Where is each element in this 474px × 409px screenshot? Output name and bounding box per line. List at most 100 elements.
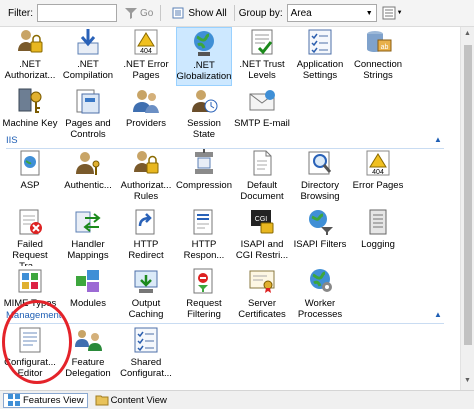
feature-authentication[interactable]: Authentic... [60, 148, 116, 207]
feature-http-redirect[interactable]: HTTP Redirect [118, 207, 174, 266]
funnel-icon [125, 8, 137, 19]
feature-application-settings[interactable]: Application Settings [292, 27, 348, 86]
go-button[interactable]: Go [121, 3, 156, 23]
feature-label: SMTP E-mail [234, 118, 290, 129]
feature-http-response-headers[interactable]: HTTP Respon... [176, 207, 232, 266]
magnifier-icon [308, 151, 332, 175]
feature-label: Modules [70, 298, 106, 309]
svg-text:404: 404 [140, 48, 152, 55]
feature-feature-delegation[interactable]: Feature Delegation [60, 325, 116, 384]
feature-label: .NET Error Pages [123, 59, 169, 81]
svg-text:CGI: CGI [255, 216, 268, 223]
group-by-value: Area [290, 7, 312, 19]
show-all-icon [172, 7, 184, 19]
iis-group-grid: ASP Authentic... Authorizat... Rules Com… [0, 148, 460, 325]
content-view-icon [95, 395, 109, 406]
group-by-label: Group by: [238, 7, 283, 19]
worker-icon [310, 269, 332, 292]
redirect-icon [135, 209, 155, 235]
feature-default-document[interactable]: Default Document [234, 148, 290, 207]
feature-label: Shared Configurat... [120, 357, 172, 379]
feature-directory-browsing[interactable]: Directory Browsing [292, 148, 348, 207]
feature-asp[interactable]: ASP [2, 148, 58, 207]
features-view-label: Features View [23, 394, 84, 406]
feature-label: Logging [361, 239, 395, 250]
feature-label: HTTP Respon... [183, 239, 225, 261]
features-toolbar: Filter: Go Show All Group by: Area ▼ ▼ [0, 0, 474, 27]
globe-icon [194, 31, 214, 56]
log-book-icon [369, 209, 387, 235]
feature-isapi-cgi-restrictions[interactable]: CGI ISAPI and CGI Restri... [234, 207, 290, 266]
mail-icon [249, 90, 275, 111]
feature-label: ASP [20, 180, 40, 191]
chevron-down-icon: ▼ [365, 9, 373, 17]
session-icon [192, 90, 218, 113]
scroll-down-icon[interactable]: ▼ [464, 377, 471, 384]
feature-label: MIME Types [3, 298, 57, 309]
feature-label: .NET Authorizat... [4, 59, 56, 81]
iis-group-header[interactable]: IIS [6, 135, 446, 146]
failed-request-icon [19, 209, 42, 235]
mime-icon [18, 269, 42, 293]
modules-icon [76, 270, 99, 292]
feature-label: Error Pages [352, 180, 404, 191]
feature-net-compilation[interactable]: .NET Compilation [60, 27, 116, 86]
feature-label: ISAPI and CGI Restri... [235, 239, 289, 261]
feature-net-globalization[interactable]: .NET Globalization [176, 27, 232, 86]
lock-user-icon [134, 151, 159, 174]
svg-text:ab: ab [381, 44, 389, 51]
feature-failed-request-tracing[interactable]: Failed Request Tra... [2, 207, 58, 266]
feature-net-error-pages[interactable]: 404 .NET Error Pages [118, 27, 174, 86]
feature-label: Authorizat... Rules [120, 180, 172, 202]
features-view-tab[interactable]: Features View [3, 392, 88, 408]
feature-connection-strings[interactable]: ab Connection Strings [350, 27, 406, 86]
scroll-thumb[interactable] [464, 45, 472, 345]
feature-net-authorization-rules[interactable]: .NET Authorizat... [2, 27, 58, 86]
feature-error-pages[interactable]: 404 Error Pages [350, 148, 406, 207]
feature-label: Configurat... Editor [4, 357, 56, 379]
aspnet-group-grid: .NET Authorizat... .NET Compilation 404 … [0, 27, 460, 145]
toolbar-separator [233, 5, 235, 21]
filter-input[interactable] [37, 4, 117, 22]
filter-globe-icon [309, 210, 333, 235]
feature-label: .NET Globalization [176, 60, 232, 82]
group-by-select[interactable]: Area ▼ [286, 4, 377, 22]
feature-logging[interactable]: Logging [350, 207, 406, 266]
chevron-down-icon: ▼ [396, 10, 403, 16]
feature-label: Compression [176, 180, 232, 191]
chevron-up-icon[interactable]: ▲ [434, 135, 442, 144]
content-view-tab[interactable]: Content View [92, 393, 170, 408]
feature-handler-mappings[interactable]: Handler Mappings [60, 207, 116, 266]
management-group-grid: Configurat... Editor Feature Delegation … [0, 325, 460, 384]
database-ab-icon: ab [367, 31, 392, 52]
feature-label: ISAPI Filters [293, 239, 347, 250]
show-all-label: Show All [188, 7, 227, 19]
feature-label: Default Document [240, 180, 284, 202]
view-mode-button[interactable]: ▼ [382, 4, 403, 22]
lock-user-icon [18, 30, 43, 53]
vertical-scrollbar[interactable]: ▲ ▼ [460, 27, 474, 390]
feature-compression[interactable]: Compression [176, 148, 232, 207]
feature-isapi-filters[interactable]: ISAPI Filters [292, 207, 348, 266]
asp-icon [20, 150, 40, 176]
feature-net-trust-levels[interactable]: .NET Trust Levels [234, 27, 290, 86]
request-filter-icon [193, 268, 213, 294]
delegation-icon [75, 330, 102, 351]
pages-icon [76, 89, 100, 114]
feature-authorization-rules[interactable]: Authorizat... Rules [118, 148, 174, 207]
feature-label: .NET Compilation [62, 59, 114, 81]
show-all-button[interactable]: Show All [169, 3, 229, 23]
feature-configuration-editor[interactable]: Configurat... Editor [2, 325, 58, 384]
feature-label: Machine Key [2, 118, 58, 129]
feature-label: .NET Trust Levels [239, 59, 285, 81]
features-view-icon [8, 394, 20, 406]
tiles-view-icon [382, 6, 396, 20]
management-group-header[interactable]: Management [6, 310, 446, 321]
toolbar-separator [160, 5, 162, 21]
go-label: Go [140, 7, 154, 19]
feature-shared-configuration[interactable]: Shared Configurat... [118, 325, 174, 384]
user-key-icon [76, 152, 100, 175]
chevron-up-icon[interactable]: ▲ [434, 310, 442, 319]
feature-label: Handler Mappings [67, 239, 109, 261]
scroll-up-icon[interactable]: ▲ [464, 30, 471, 37]
